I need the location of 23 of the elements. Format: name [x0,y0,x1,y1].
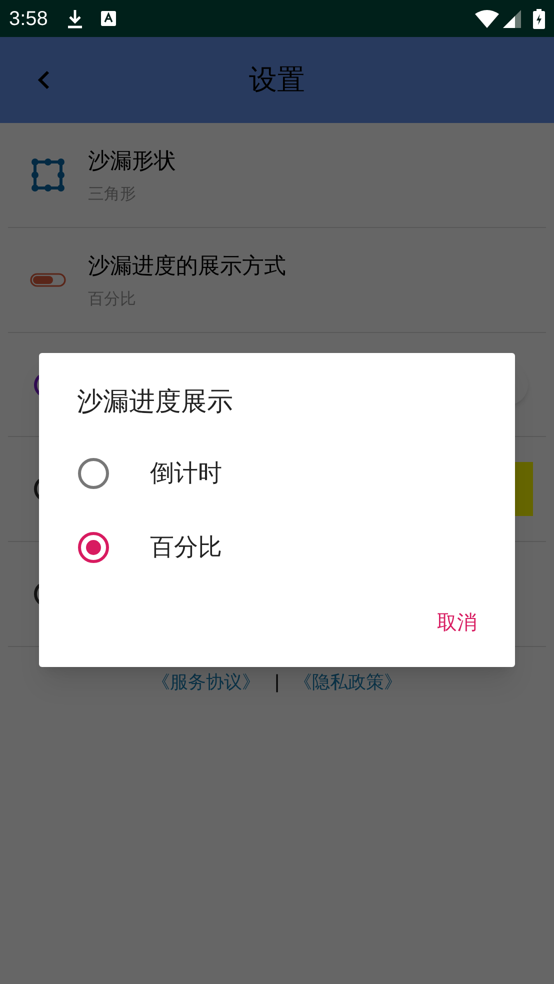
signal-icon [503,10,521,28]
battery-icon [533,8,545,28]
privacy-link[interactable]: 《隐私政策》 [294,669,402,696]
dotted-square-icon [31,158,65,192]
radio-option[interactable]: 百分比 [39,510,515,584]
setting-title: 沙漏形状 [88,148,176,176]
option-label: 倒计时 [150,458,222,489]
screen-title: 设置 [249,62,305,98]
keyboard-icon [100,11,116,26]
dialog-title: 沙漏进度展示 [77,386,234,419]
radio-button[interactable] [78,532,109,562]
wifi-icon [475,10,499,28]
terms-link[interactable]: 《服务协议》 [152,669,260,696]
download-icon [66,8,83,28]
clock: 3:58 [9,6,48,32]
radio-button[interactable] [78,458,109,488]
link-separator: | [274,671,280,695]
option-label: 百分比 [150,532,222,563]
cancel-button[interactable]: 取消 [429,601,485,643]
progress-bar-icon [30,273,66,287]
back-icon [37,69,51,91]
radio-option[interactable]: 倒计时 [39,436,515,510]
setting-title: 沙漏进度的展示方式 [88,252,286,280]
